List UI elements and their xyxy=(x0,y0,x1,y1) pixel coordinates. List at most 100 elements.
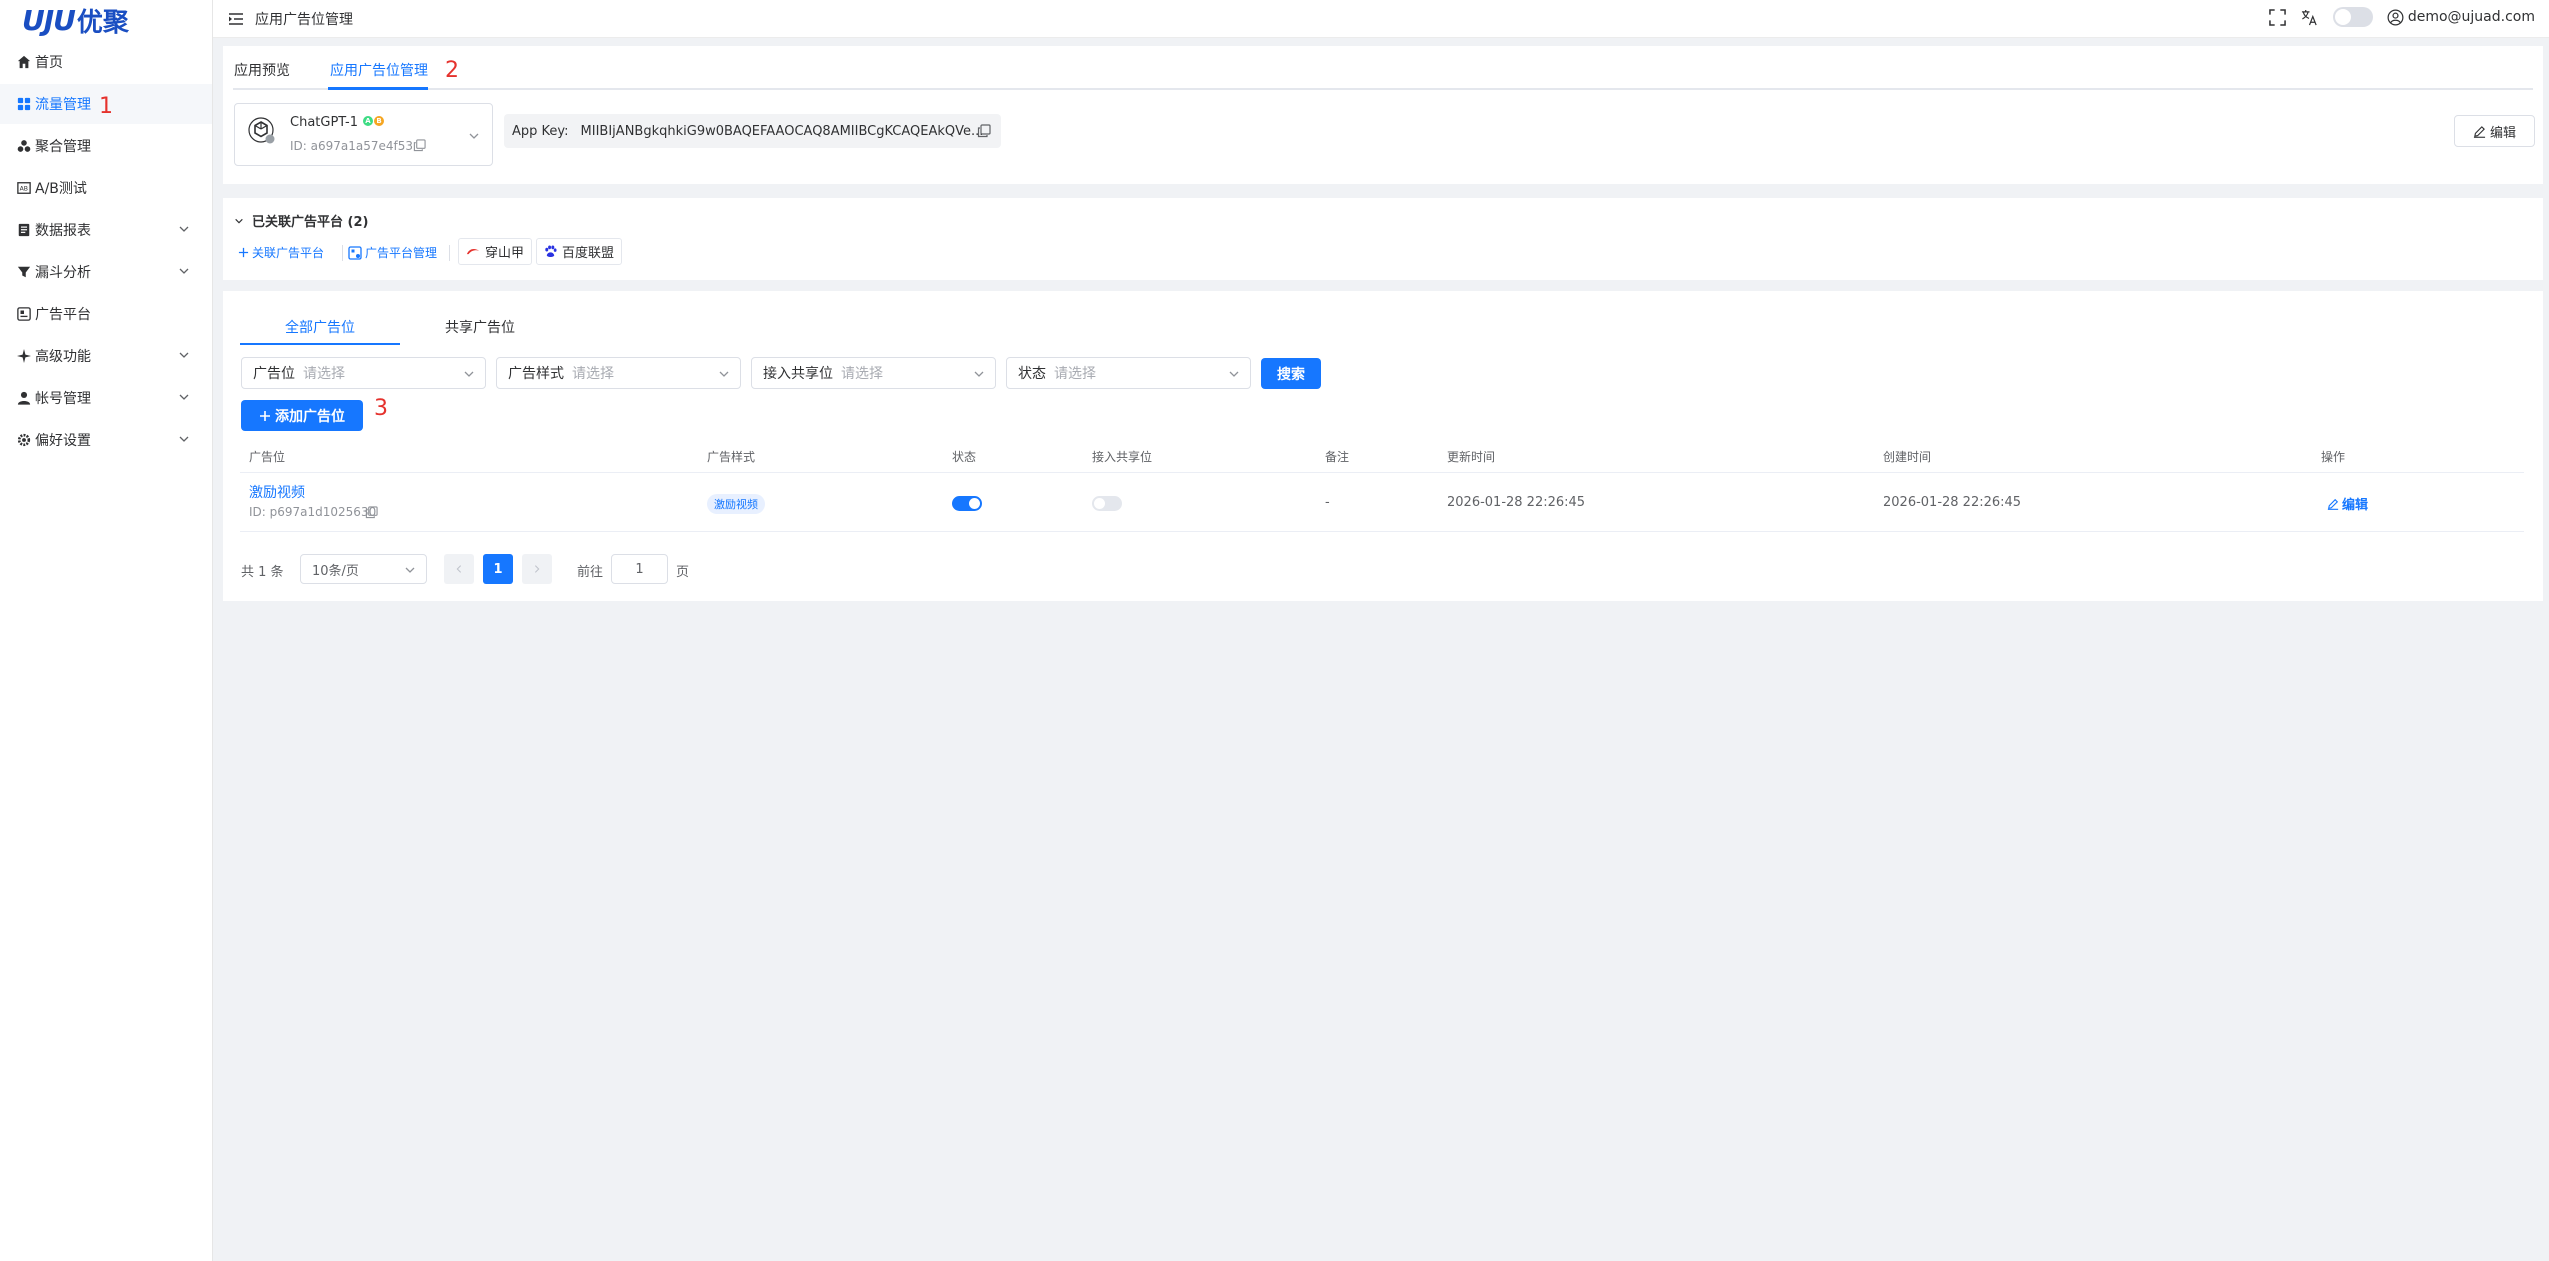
column-header: 广告位 xyxy=(249,450,286,464)
funnel-icon xyxy=(16,264,32,280)
user-avatar-icon xyxy=(2387,9,2404,25)
active-tab-indicator xyxy=(240,343,400,345)
filter-status[interactable]: 状态 请选择 xyxy=(1006,357,1251,389)
sidebar-item-ab-test[interactable]: AB A/B测试 xyxy=(0,168,212,208)
filter-label: 状态 xyxy=(1018,366,1046,382)
column-header: 状态 xyxy=(952,450,977,464)
ad-platform-management-label: 广告平台管理 xyxy=(365,246,438,260)
column-header: 更新时间 xyxy=(1447,450,1496,464)
copy-icon[interactable] xyxy=(365,506,378,519)
add-ad-slot-label: 添加广告位 xyxy=(275,408,345,425)
ad-platform-management-button[interactable]: 广告平台管理 xyxy=(348,244,437,261)
edit-icon xyxy=(2473,125,2486,138)
chevron-down-icon xyxy=(179,226,189,232)
app-selector[interactable]: ChatGPT-1 A B ID: a697a1a57e4f53 xyxy=(234,103,493,166)
logo-mark: UJU xyxy=(22,3,76,37)
sidebar-item-label: 偏好设置 xyxy=(35,433,91,449)
tab-all-ad-slots[interactable]: 全部广告位 xyxy=(240,317,400,337)
linked-platforms-toggle[interactable]: 已关联广告平台 (2) xyxy=(234,211,368,230)
page-suffix-label: 页 xyxy=(676,565,690,580)
sidebar-item-label: 聚合管理 xyxy=(35,139,91,155)
filter-placeholder: 请选择 xyxy=(841,366,883,382)
ab-test-icon: AB xyxy=(16,180,32,196)
filter-shared-slot[interactable]: 接入共享位 请选择 xyxy=(751,357,996,389)
goto-page-value: 1 xyxy=(635,561,644,577)
filter-ad-slot[interactable]: 广告位 请选择 xyxy=(241,357,486,389)
sidebar-item-preferences[interactable]: 偏好设置 xyxy=(0,420,212,460)
copy-icon[interactable] xyxy=(413,139,426,152)
divider xyxy=(342,245,343,261)
linked-platforms-card: 已关联广告平台 (2) 关联广告平台 广告平台管理 穿山甲 百度联盟 xyxy=(223,198,2543,280)
tab-divider xyxy=(233,88,2533,90)
add-ad-slot-button[interactable]: 添加广告位 xyxy=(241,400,363,431)
prev-page-button[interactable] xyxy=(444,554,474,584)
column-header: 操作 xyxy=(2321,450,2346,464)
sidebar-item-traffic[interactable]: 流量管理 1 xyxy=(0,84,212,124)
sidebar-item-home[interactable]: 首页 xyxy=(0,42,212,82)
platform-tag-pangle[interactable]: 穿山甲 xyxy=(458,238,533,265)
user-menu[interactable]: demo@ujuad.com xyxy=(2387,9,2535,26)
sidebar-item-reports[interactable]: 数据报表 xyxy=(0,210,212,250)
sidebar-item-funnel[interactable]: 漏斗分析 xyxy=(0,252,212,292)
brand-logo[interactable]: UJU 优聚 xyxy=(0,0,212,40)
link-ad-platform-button[interactable]: 关联广告平台 xyxy=(238,244,324,261)
gear-icon xyxy=(16,432,32,448)
filter-label: 接入共享位 xyxy=(763,366,833,382)
sidebar-item-label: 帐号管理 xyxy=(35,391,91,407)
copy-icon[interactable] xyxy=(977,124,991,138)
chevron-down-icon xyxy=(719,371,729,377)
android-icon: A xyxy=(363,116,373,126)
status-switch[interactable] xyxy=(952,496,982,511)
ad-slot-list-card: 全部广告位 共享广告位 广告位 请选择 广告样式 请选择 接入共享位 请选择 状… xyxy=(223,291,2543,601)
app-name: ChatGPT-1 xyxy=(290,115,359,130)
platform-tag-baidu[interactable]: 百度联盟 xyxy=(536,238,623,265)
sidebar-item-label: 广告平台 xyxy=(35,307,91,323)
edit-ad-slot-button[interactable]: 编辑 xyxy=(2327,494,2368,513)
plus-icon xyxy=(260,410,270,421)
goto-page-input[interactable]: 1 xyxy=(611,554,668,584)
tab-app-ad-slot-management[interactable]: 应用广告位管理 xyxy=(330,60,428,80)
translate-icon[interactable] xyxy=(2301,8,2319,26)
sidebar: UJU 优聚 首页 流量管理 1 聚合管理 AB A/B测试 数据报表 漏斗分析… xyxy=(0,0,213,1261)
page-size-select[interactable]: 10条/页 xyxy=(300,554,427,584)
page-button[interactable]: 1 xyxy=(483,554,513,584)
table-header-divider xyxy=(240,472,2524,473)
filter-placeholder: 请选择 xyxy=(303,366,345,382)
switch-knob xyxy=(1094,498,1105,509)
annotation-2: 2 xyxy=(445,58,459,83)
page-size-value: 10条/页 xyxy=(312,563,359,579)
baidu-paw-icon xyxy=(545,245,557,257)
sidebar-item-advanced[interactable]: 高级功能 xyxy=(0,336,212,376)
sidebar-item-account[interactable]: 帐号管理 xyxy=(0,378,212,418)
ad-slot-name-link[interactable]: 激励视频 xyxy=(249,482,305,502)
sidebar-item-ad-platform[interactable]: 广告平台 xyxy=(0,294,212,334)
table-row-divider xyxy=(240,531,2524,532)
filter-ad-style[interactable]: 广告样式 请选择 xyxy=(496,357,741,389)
app-id: ID: a697a1a57e4f53 xyxy=(290,139,414,153)
search-button[interactable]: 搜索 xyxy=(1261,358,1321,389)
updated-time-cell: 2026-01-28 22:26:45 xyxy=(1447,495,1586,510)
next-page-button[interactable] xyxy=(522,554,552,584)
fullscreen-icon[interactable] xyxy=(2269,8,2287,26)
sidebar-item-label: 流量管理 xyxy=(35,97,91,113)
sidebar-item-aggregation[interactable]: 聚合管理 xyxy=(0,126,212,166)
ad-style-tag: 激励视频 xyxy=(707,494,765,514)
sidebar-item-label: 漏斗分析 xyxy=(35,265,91,281)
ios-icon: B xyxy=(374,116,384,126)
sidebar-item-label: A/B测试 xyxy=(35,181,87,197)
filter-label: 广告位 xyxy=(253,366,295,382)
user-email: demo@ujuad.com xyxy=(2407,9,2535,25)
edit-icon xyxy=(2327,498,2339,510)
user-icon xyxy=(16,390,32,406)
shared-slot-switch[interactable] xyxy=(1092,496,1122,511)
link-ad-platform-label: 关联广告平台 xyxy=(252,246,325,260)
tab-app-preview[interactable]: 应用预览 xyxy=(234,60,290,80)
edit-label: 编辑 xyxy=(2489,125,2516,141)
theme-toggle[interactable] xyxy=(2332,7,2373,27)
menu-collapse-icon[interactable] xyxy=(228,11,244,27)
chevron-down-icon xyxy=(179,436,189,442)
switch-knob xyxy=(969,498,980,509)
edit-app-button[interactable]: 编辑 xyxy=(2454,115,2535,147)
tab-shared-ad-slots[interactable]: 共享广告位 xyxy=(400,317,560,337)
divider xyxy=(449,245,450,261)
